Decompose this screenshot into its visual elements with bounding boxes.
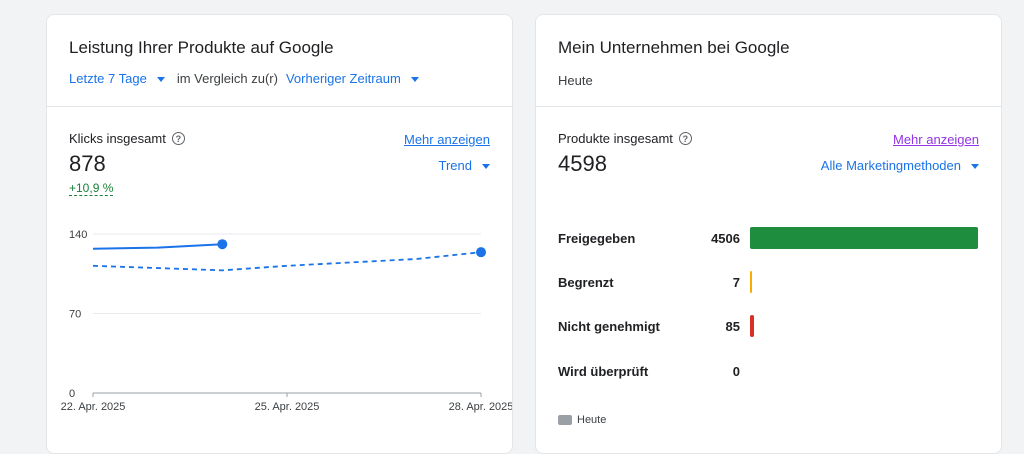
compare-text: im Vergleich zu(r) xyxy=(176,71,278,86)
status-row: Nicht genehmigt 85 xyxy=(558,315,979,337)
business-profile-card: Mein Unternehmen bei Google Heute Produk… xyxy=(535,14,1002,454)
status-label: Nicht genehmigt xyxy=(558,318,660,334)
x-tick-label: 25. Apr. 2025 xyxy=(255,401,320,413)
status-row: Freigegeben 4506 xyxy=(558,227,979,249)
status-label: Begrenzt xyxy=(558,274,614,290)
card-header: Leistung Ihrer Produkte auf Google Letzt… xyxy=(47,15,512,107)
caret-down-icon xyxy=(156,76,165,82)
bar-track xyxy=(750,227,979,249)
legend-label: Heute xyxy=(577,414,607,426)
filter-dropdown-label: Alle Marketingmethoden xyxy=(820,158,961,173)
bar xyxy=(750,271,752,293)
bar-track xyxy=(750,315,979,337)
status-count: 85 xyxy=(725,318,740,334)
y-tick-label: 140 xyxy=(69,229,87,241)
metric-value: 4598 xyxy=(558,151,607,176)
period-selector-row: Letzte 7 Tage im Vergleich zu(r) Vorheri… xyxy=(69,71,419,86)
status-label: Wird überprüft xyxy=(558,363,649,379)
card-title: Mein Unternehmen bei Google xyxy=(558,38,790,57)
metric-label: Klicks insgesamt ? xyxy=(69,131,185,146)
more-link[interactable]: Mehr anzeigen xyxy=(893,132,979,147)
current-period-line xyxy=(92,243,223,250)
chart-legend: Heute xyxy=(558,414,606,426)
period-dropdown-label: Letzte 7 Tage xyxy=(69,71,147,86)
metric-label-text: Klicks insgesamt xyxy=(69,131,166,146)
y-tick-label: 70 xyxy=(69,309,81,321)
product-performance-card: Leistung Ihrer Produkte auf Google Letzt… xyxy=(46,14,513,454)
x-tick-label: 28. Apr. 2025 xyxy=(449,401,513,413)
status-row: Begrenzt 7 xyxy=(558,271,979,293)
y-tick-label: 0 xyxy=(69,388,75,400)
metric-label-text: Produkte insgesamt xyxy=(558,131,673,146)
data-point xyxy=(217,239,228,250)
help-icon[interactable]: ? xyxy=(171,132,185,145)
period-dropdown[interactable]: Letzte 7 Tage xyxy=(69,71,165,86)
metric-label: Produkte insgesamt ? xyxy=(558,131,692,146)
view-dropdown-label: Trend xyxy=(438,158,472,173)
status-count: 4506 xyxy=(711,230,740,246)
legend-swatch xyxy=(558,415,572,425)
data-point xyxy=(476,247,486,258)
view-dropdown[interactable]: Trend xyxy=(439,158,490,173)
bar-track xyxy=(750,271,979,293)
delta-badge: +10,9 % xyxy=(69,181,114,196)
compare-dropdown-label: Vorheriger Zeitraum xyxy=(285,71,401,86)
clicks-line-chart: 0 70 140 22. Apr. 2025 25. Apr. 2025 28. Apr.… xyxy=(61,229,513,413)
card-title: Leistung Ihrer Produkte auf Google xyxy=(69,38,334,57)
bar xyxy=(750,315,755,337)
x-tick-label: 22. Apr. 2025 xyxy=(61,401,126,413)
more-link[interactable]: Mehr anzeigen xyxy=(404,132,490,147)
caret-down-icon xyxy=(971,163,979,169)
bar-track xyxy=(750,360,979,382)
previous-period-line xyxy=(92,251,482,272)
status-row: Wird überprüft 0 xyxy=(558,360,979,382)
card-subtitle: Heute xyxy=(558,73,593,88)
status-label: Freigegeben xyxy=(558,230,636,246)
caret-down-icon xyxy=(410,76,419,82)
caret-down-icon xyxy=(482,163,490,169)
bar xyxy=(750,227,978,249)
help-icon[interactable]: ? xyxy=(678,132,692,145)
compare-dropdown[interactable]: Vorheriger Zeitraum xyxy=(286,71,419,86)
status-count: 0 xyxy=(732,363,740,379)
filter-dropdown[interactable]: Alle Marketingmethoden xyxy=(821,158,979,173)
status-count: 7 xyxy=(732,274,740,290)
metric-value: 878 xyxy=(69,151,106,176)
card-header: Mein Unternehmen bei Google Heute xyxy=(536,15,1001,107)
